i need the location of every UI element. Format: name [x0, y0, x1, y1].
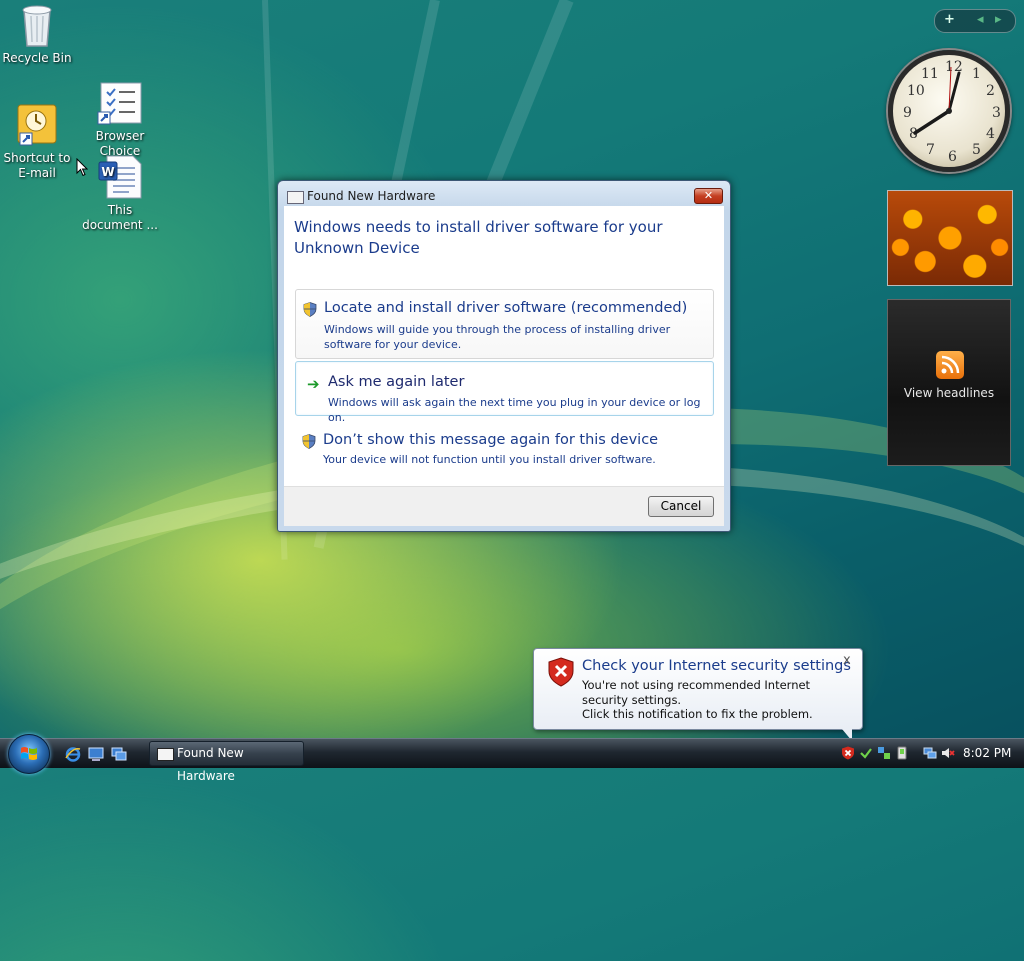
svg-text:W: W	[101, 165, 114, 179]
security-center-alert-icon[interactable]	[841, 746, 855, 760]
desktop-icon-label: This document ...	[82, 203, 158, 232]
start-button[interactable]	[8, 734, 50, 774]
taskbar: Found New Hardware 8:02 PM	[0, 734, 1024, 783]
sidebar-prev-button[interactable]: ◂	[977, 12, 984, 27]
notification-line: Click this notification to fix the probl…	[582, 707, 813, 721]
network-connection-icon[interactable]	[923, 746, 937, 760]
taskbar-button-found-new-hardware[interactable]: Found New Hardware	[149, 741, 304, 783]
internet-explorer-icon[interactable]	[65, 746, 81, 762]
add-gadget-button[interactable]: +	[944, 12, 955, 27]
security-warning-shield-icon	[548, 657, 574, 687]
switch-windows-icon[interactable]	[111, 746, 127, 762]
word-document-icon: W	[97, 154, 143, 200]
notification-line: You're not using recommended Internet se…	[582, 678, 811, 707]
dialog-heading: Windows needs to install driver software…	[294, 218, 663, 257]
option-dont-show-again[interactable]: Don’t show this message again for this d…	[295, 426, 714, 471]
taskbar-button-label: Found New Hardware	[177, 746, 244, 783]
antivirus-check-icon[interactable]	[859, 746, 873, 760]
notification-close-button[interactable]: x	[843, 653, 851, 668]
feed-headlines-gadget[interactable]: View headlines	[887, 299, 1011, 466]
notification-title: Check your Internet security settings	[582, 658, 851, 674]
option-locate-install[interactable]: Locate and install driver software (reco…	[295, 289, 714, 359]
option-sub-text: Windows will guide you through the proce…	[324, 323, 671, 351]
recycle-bin-icon	[19, 4, 55, 48]
device-icon[interactable]	[895, 746, 909, 760]
photo-image	[888, 191, 1012, 285]
email-icon	[16, 104, 58, 148]
option-ask-again-later[interactable]: ➔ Ask me again later Windows will ask ag…	[295, 361, 714, 424]
clock-hands	[913, 66, 961, 135]
desktop-icon-browser-choice[interactable]: Browser Choice	[80, 82, 160, 159]
rss-icon	[936, 351, 964, 379]
clock-gadget[interactable]: 12 1 2 3 4 5 6 7 8 9 10 11	[888, 50, 1010, 172]
desktop-icon-document[interactable]: W This document ...	[80, 154, 160, 233]
dialog-footer: Cancel	[284, 486, 724, 526]
taskbar-clock[interactable]: 8:02 PM	[963, 746, 1011, 760]
hardware-window-icon	[287, 191, 304, 204]
hardware-window-icon	[157, 748, 174, 761]
option-main-text: Locate and install driver software (reco…	[324, 300, 688, 316]
network-status-icon[interactable]	[877, 746, 891, 760]
desktop-icon-recycle-bin[interactable]: Recycle Bin	[0, 4, 77, 66]
slideshow-gadget[interactable]	[887, 190, 1013, 286]
found-new-hardware-dialog: Found New Hardware ✕ Windows needs to in…	[277, 180, 731, 532]
desktop-icon-label: Shortcut to E-mail	[3, 151, 71, 180]
sidebar-next-button[interactable]: ▸	[995, 12, 1002, 27]
windows-logo-icon	[21, 747, 37, 760]
dialog-title: Found New Hardware	[307, 189, 436, 203]
option-main-text: Don’t show this message again for this d…	[323, 432, 659, 448]
shield-icon	[302, 434, 316, 449]
desktop-icon-shortcut-email[interactable]: Shortcut to E-mail	[0, 104, 77, 181]
green-arrow-icon: ➔	[307, 375, 320, 393]
view-headlines-link[interactable]: View headlines	[888, 386, 1010, 400]
dialog-body: Windows needs to install driver software…	[284, 206, 724, 486]
shield-icon	[303, 302, 317, 317]
notification-text: You're not using recommended Internet se…	[582, 678, 852, 722]
show-desktop-icon[interactable]	[88, 746, 104, 762]
close-button[interactable]: ✕	[694, 188, 723, 204]
cancel-button[interactable]: Cancel	[648, 496, 714, 517]
security-notification[interactable]: Check your Internet security settings Yo…	[533, 648, 863, 741]
option-sub-text: Windows will ask again the next time you…	[328, 396, 701, 424]
option-sub-text: Your device will not function until you …	[323, 453, 656, 466]
option-main-text: Ask me again later	[328, 374, 465, 390]
mouse-cursor-icon	[76, 157, 89, 180]
volume-muted-icon[interactable]	[941, 746, 955, 760]
sidebar-controls: + ◂ ▸	[934, 9, 1016, 33]
desktop-icon-label: Recycle Bin	[2, 51, 72, 65]
browser-choice-icon	[97, 82, 143, 126]
